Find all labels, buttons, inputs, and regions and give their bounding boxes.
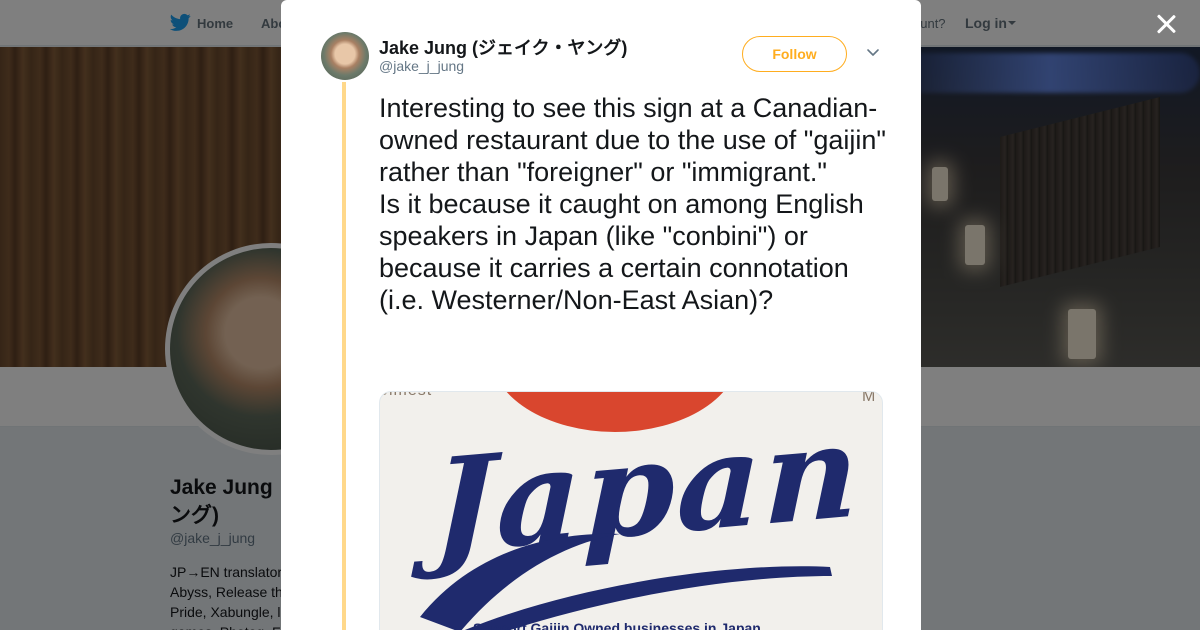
media-caption: Support Gaijin Owned businesses in Japan <box>473 620 761 630</box>
media-swoosh <box>420 533 832 630</box>
media-cropped-text: M <box>862 391 876 405</box>
follow-button[interactable]: Follow <box>742 36 847 72</box>
tweet-modal: Jake Jung (ジェイク・ヤング) @jake_j_jung Follow… <box>281 0 921 630</box>
tweet-text: Interesting to see this sign at a Canadi… <box>379 93 887 315</box>
author-avatar[interactable] <box>321 32 369 80</box>
media-cropped-text: Jimest <box>380 392 432 400</box>
tweet-media-image[interactable]: Jimest M Japan Support Gaijin Owned busi… <box>379 391 883 630</box>
author-handle[interactable]: @jake_j_jung <box>379 58 464 74</box>
author-name[interactable]: Jake Jung (ジェイク・ヤング) <box>379 34 627 60</box>
chevron-down-icon[interactable] <box>866 48 880 58</box>
thread-line <box>342 82 346 630</box>
close-icon[interactable] <box>1155 13 1177 35</box>
